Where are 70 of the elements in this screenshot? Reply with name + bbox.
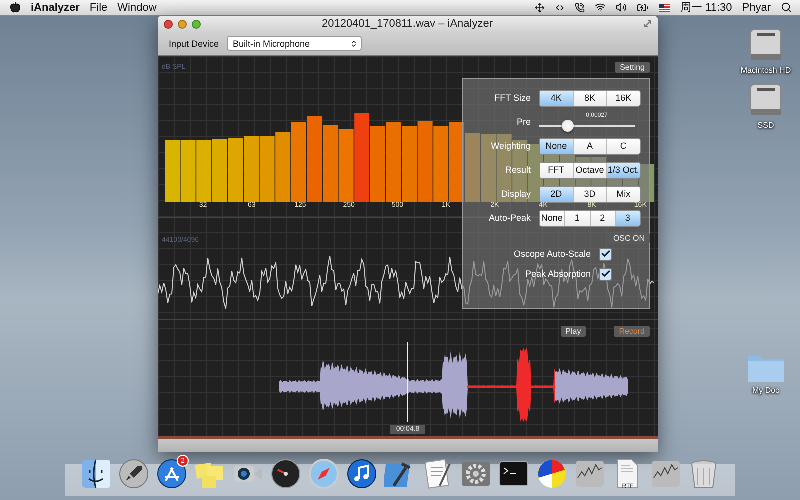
segment-option[interactable]: 3D [572, 186, 606, 202]
play-button[interactable]: Play [560, 326, 586, 336]
close-button[interactable] [164, 20, 173, 28]
move-arrows-icon[interactable] [535, 2, 546, 12]
search-icon[interactable] [781, 2, 792, 13]
app-store-icon[interactable] [156, 458, 188, 490]
setting-label: Display [500, 189, 531, 199]
gauge-icon[interactable] [270, 458, 302, 490]
segmented-control[interactable]: 4K 8K 16K [539, 90, 641, 106]
segment-option[interactable]: 2 [590, 210, 615, 226]
smiling-face-icon[interactable] [80, 458, 112, 490]
volume-icon[interactable] [616, 2, 628, 13]
segment-option[interactable]: 3 [614, 210, 640, 226]
setting-label: Weighting [490, 141, 531, 151]
input-device-select[interactable]: Built-in Microphone [227, 36, 362, 51]
segment-option[interactable]: None [540, 138, 573, 154]
checkbox[interactable] [599, 268, 612, 280]
music-note-icon[interactable] [346, 458, 378, 490]
pre-slider[interactable] [539, 120, 635, 132]
apple-icon[interactable] [10, 2, 21, 13]
segmented-control[interactable]: None A C [539, 138, 641, 154]
segment-option[interactable]: 2D [540, 186, 573, 202]
battery-icon[interactable] [637, 2, 650, 14]
segment-option[interactable]: FFT [540, 162, 573, 178]
segment-option[interactable]: A [572, 138, 606, 154]
fullscreen-icon[interactable] [644, 20, 652, 28]
input-device-label: Input Device [169, 38, 220, 48]
pie-chart-icon[interactable] [536, 458, 568, 490]
segment-option[interactable]: C [606, 138, 640, 154]
app-menu[interactable]: iAnalyzer [31, 2, 80, 14]
up-down-caret-icon [350, 40, 358, 48]
setting-button[interactable]: Setting [615, 62, 650, 72]
setting-label: Result [504, 165, 531, 175]
clock[interactable]: 周一 11:30 [680, 0, 732, 15]
segment-option[interactable]: 1/3 Oct. [606, 162, 640, 178]
segment-option[interactable]: Mix [606, 186, 640, 202]
segment-option[interactable]: None [540, 210, 564, 226]
segment-option[interactable]: 1 [564, 210, 590, 226]
minimize-button[interactable] [178, 20, 187, 28]
left-right-arrows-icon[interactable] [555, 2, 566, 12]
wifi-icon[interactable] [595, 2, 606, 13]
checkbox-label: Peak Absorption [524, 269, 591, 279]
desktop-icon-label: SSD [758, 121, 774, 130]
segmented-control[interactable]: FFT Octave 1/3 Oct. [539, 162, 641, 178]
line-chart-icon[interactable] [650, 458, 682, 490]
osc-on-button[interactable]: OSC ON [608, 233, 650, 244]
flag-icon[interactable] [659, 4, 670, 12]
line-chart-icon[interactable] [574, 458, 606, 490]
desktop-icon-label: My Doc [752, 386, 780, 395]
menu-item[interactable]: Window [118, 2, 157, 14]
checkbox[interactable] [599, 248, 612, 260]
document-pen-icon[interactable] [422, 458, 454, 490]
phone-icon[interactable] [575, 2, 586, 12]
compass-icon[interactable] [308, 458, 340, 490]
window-title: 20120401_170811.wav – iAnalyzer [320, 18, 494, 30]
slider-thumb[interactable] [562, 120, 574, 132]
segment-option[interactable]: 4K [540, 90, 573, 106]
desktop-icon-label: Macintosh HD [740, 66, 792, 75]
segment-option[interactable]: Octave [572, 162, 606, 178]
segmented-control[interactable]: None 1 2 3 [539, 210, 641, 226]
setting-label: Auto-Peak [488, 213, 531, 223]
segment-option[interactable]: 16K [606, 90, 640, 106]
setting-label: Pre [516, 117, 531, 127]
segment-option[interactable]: 8K [572, 90, 606, 106]
checkbox-label: Oscope Auto-Scale [512, 249, 591, 259]
segmented-control[interactable]: 2D 3D Mix [539, 186, 641, 202]
zoom-button[interactable] [192, 20, 201, 28]
menu-item[interactable]: File [90, 2, 108, 14]
user-name[interactable]: Phyar [742, 2, 771, 14]
setting-label: FFT Size [494, 93, 531, 103]
